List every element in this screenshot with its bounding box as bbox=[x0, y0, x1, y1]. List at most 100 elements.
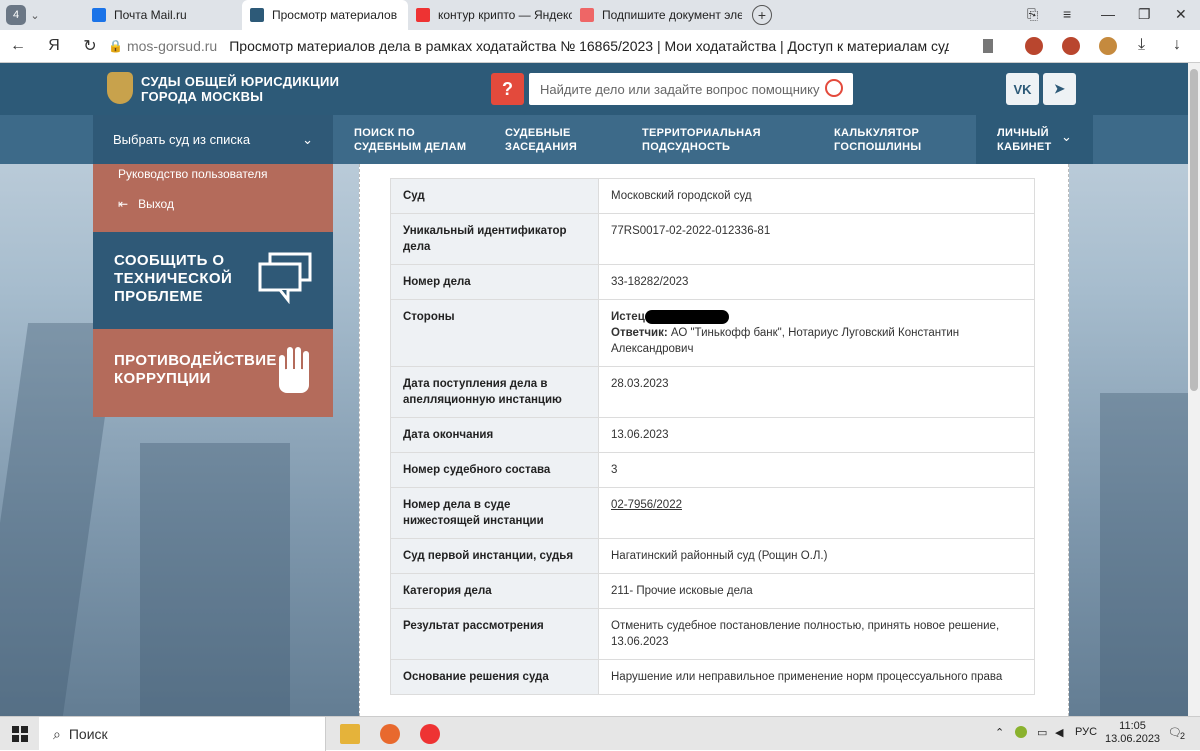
chat-bubbles-icon bbox=[258, 252, 312, 304]
row-value: 28.03.2023 bbox=[598, 366, 1035, 418]
row-label: Номер дела bbox=[390, 264, 599, 300]
nav-court-hearings[interactable]: СУДЕБНЫЕ ЗАСЕДАНИЯ bbox=[505, 126, 577, 154]
lower-court-case-link[interactable]: 02-7956/2022 bbox=[611, 499, 682, 511]
nav-jurisdiction[interactable]: ТЕРРИТОРИАЛЬНАЯ ПОДСУДНОСТЬ bbox=[642, 126, 761, 154]
taskbar-search[interactable]: ⌕ Поиск bbox=[39, 717, 326, 751]
help-assistant-button[interactable]: ? bbox=[491, 73, 524, 105]
browser-tab-bar: 4 ⌄ Почта Mail.ru Просмотр материалов ✕ … bbox=[0, 0, 1200, 30]
anti-corruption-tile[interactable]: ПРОТИВОДЕЙСТВИЕ КОРРУПЦИИ bbox=[93, 329, 333, 417]
extension-icon[interactable] bbox=[1099, 37, 1117, 55]
volume-icon[interactable]: ◀ bbox=[1055, 726, 1063, 739]
site-search-input[interactable]: Найдите дело или задайте вопрос помощник… bbox=[529, 73, 853, 105]
logout-link[interactable]: ⇤ Выход bbox=[118, 197, 174, 211]
tray-chevron-icon[interactable]: ⌃ bbox=[995, 726, 1004, 739]
vk-button[interactable]: VK bbox=[1006, 73, 1039, 105]
back-icon[interactable]: ← bbox=[0, 37, 36, 55]
site-logo-text[interactable]: СУДЫ ОБЩЕЙ ЮРИСДИКЦИИ ГОРОДА МОСКВЫ bbox=[141, 74, 339, 104]
row-label: Дата окончания bbox=[390, 417, 599, 453]
notification-count: 2 bbox=[1180, 731, 1186, 741]
bookmarks-icon[interactable]: ⎘ bbox=[1027, 6, 1038, 23]
table-row: Дата поступления дела в апелляционную ин… bbox=[390, 366, 1035, 418]
yandex-browser-taskbar-icon[interactable] bbox=[420, 724, 440, 744]
report-technical-problem-tile[interactable]: СООБЩИТЬ О ТЕХНИЧЕСКОЙ ПРОБЛЕМЕ bbox=[93, 232, 333, 329]
tab-yandex[interactable]: контур крипто — Яндекс bbox=[408, 0, 572, 30]
page-scrollbar[interactable] bbox=[1188, 63, 1200, 716]
network-icon[interactable]: ▭ bbox=[1037, 726, 1047, 739]
coat-of-arms-icon[interactable] bbox=[107, 72, 133, 104]
tab-case-materials[interactable]: Просмотр материалов ✕ bbox=[242, 0, 408, 30]
defendant-label: Ответчик: bbox=[611, 327, 668, 339]
tab-title: контур крипто — Яндекс bbox=[438, 8, 572, 22]
row-value: 13.06.2023 bbox=[598, 417, 1035, 453]
url-page-title[interactable]: Просмотр материалов дела в рамках ходата… bbox=[229, 38, 949, 54]
tab-title: Просмотр материалов bbox=[272, 8, 398, 22]
menu-icon[interactable]: ≡ bbox=[1063, 6, 1071, 22]
court-select-dropdown[interactable]: Выбрать суд из списка ⌄ bbox=[93, 115, 333, 164]
new-tab-button[interactable]: + bbox=[752, 5, 772, 25]
document-icon bbox=[580, 8, 594, 22]
chevron-down-icon: ⌄ bbox=[1061, 129, 1072, 144]
row-label: Дата поступления дела в апелляционную ин… bbox=[390, 366, 599, 418]
telegram-button[interactable]: ➤ bbox=[1043, 73, 1076, 105]
tab-mail[interactable]: Почта Mail.ru bbox=[84, 0, 242, 30]
tab-count-badge[interactable]: 4 bbox=[6, 5, 26, 25]
search-icon: ⌕ bbox=[53, 725, 61, 742]
row-label: Стороны bbox=[390, 299, 599, 367]
windows-taskbar: ⌕ Поиск ⌃ ▭ ◀ РУС 11:05 13.06.2023 🗨 2 bbox=[0, 716, 1200, 751]
nav-fee-calculator[interactable]: КАЛЬКУЛЯТОР ГОСПОШЛИНЫ bbox=[834, 126, 921, 154]
table-row: Номер судебного состава 3 bbox=[390, 452, 1035, 488]
hand-stop-icon bbox=[279, 347, 309, 393]
nav-personal-cabinet[interactable]: ЛИЧНЫЙ КАБИНЕТ ⌄ bbox=[976, 115, 1093, 164]
logout-icon: ⇤ bbox=[118, 197, 129, 211]
downloads-icon[interactable]: ↓ bbox=[1173, 36, 1181, 54]
close-window-icon[interactable]: ✕ bbox=[1175, 6, 1187, 23]
file-explorer-icon[interactable] bbox=[340, 724, 360, 744]
nav-case-search[interactable]: ПОИСК ПО СУДЕБНЫМ ДЕЛАМ bbox=[354, 126, 466, 154]
row-value: 211- Прочие исковые дела bbox=[598, 573, 1035, 609]
firefox-icon[interactable] bbox=[380, 724, 400, 744]
row-value: Нагатинский районный суд (Рощин О.Л.) bbox=[598, 538, 1035, 574]
reload-icon[interactable]: ↻ bbox=[72, 36, 108, 56]
row-value: 77RS0017-02-2022-012336-81 bbox=[598, 213, 1035, 265]
row-label: Номер дела в суде нижестоящей инстанции bbox=[390, 487, 599, 539]
search-placeholder: Найдите дело или задайте вопрос помощник… bbox=[540, 81, 820, 97]
site-viewport: СУДЫ ОБЩЕЙ ЮРИСДИКЦИИ ГОРОДА МОСКВЫ ? На… bbox=[0, 63, 1188, 716]
yandex-browser-icon[interactable]: Я bbox=[36, 37, 72, 55]
background-tower bbox=[140, 443, 290, 716]
user-guide-link[interactable]: Руководство пользователя bbox=[118, 167, 267, 181]
search-icon[interactable] bbox=[825, 79, 843, 97]
url-domain[interactable]: mos-gorsud.ru bbox=[127, 38, 217, 54]
tab-sign-document[interactable]: Подпишите документ эле bbox=[572, 0, 742, 30]
row-value: Истец: Ответчик: АО "Тинькофф банк", Нота… bbox=[598, 299, 1035, 367]
row-value: 3 bbox=[598, 452, 1035, 488]
row-label: Основание решения суда bbox=[390, 659, 599, 695]
table-row: Категория дела 211- Прочие исковые дела bbox=[390, 573, 1035, 609]
windows-start-icon[interactable] bbox=[12, 726, 28, 742]
lock-icon[interactable]: 🔒 bbox=[108, 39, 123, 53]
minimize-icon[interactable]: — bbox=[1101, 6, 1115, 22]
extension-icon[interactable] bbox=[1025, 37, 1043, 55]
background-tower bbox=[1100, 393, 1188, 716]
table-row: Суд Московский городской суд bbox=[390, 178, 1035, 214]
tray-app-icon[interactable] bbox=[1015, 726, 1027, 738]
clock[interactable]: 11:05 13.06.2023 bbox=[1105, 720, 1160, 746]
table-row: Основание решения суда Нарушение или непр… bbox=[390, 659, 1035, 695]
yandex-icon bbox=[416, 8, 430, 22]
table-row: Номер дела в суде нижестоящей инстанции 0… bbox=[390, 487, 1035, 539]
chevron-down-icon: ⌄ bbox=[302, 131, 313, 147]
main-nav: Выбрать суд из списка ⌄ ПОИСК ПО СУДЕБНЫМ… bbox=[0, 115, 1188, 164]
case-details-table: Суд Московский городской суд Уникальный ид… bbox=[390, 178, 1035, 695]
scrollbar-thumb[interactable] bbox=[1190, 69, 1198, 391]
redacted-block bbox=[644, 309, 729, 324]
tab-list-chevron-icon[interactable]: ⌄ bbox=[26, 9, 44, 22]
table-row: Дата окончания 13.06.2023 bbox=[390, 417, 1035, 453]
download-icon[interactable]: ⤓ bbox=[1138, 36, 1145, 54]
tab-title: Почта Mail.ru bbox=[114, 8, 187, 22]
bookmark-icon[interactable] bbox=[983, 39, 993, 53]
row-value: Нарушение или неправильное применение но… bbox=[598, 659, 1035, 695]
maximize-icon[interactable]: ❐ bbox=[1138, 6, 1151, 23]
language-indicator[interactable]: РУС bbox=[1075, 726, 1097, 738]
row-label: Категория дела bbox=[390, 573, 599, 609]
extension-icon[interactable] bbox=[1062, 37, 1080, 55]
table-row: Уникальный идентификатор дела 77RS0017-02… bbox=[390, 213, 1035, 265]
